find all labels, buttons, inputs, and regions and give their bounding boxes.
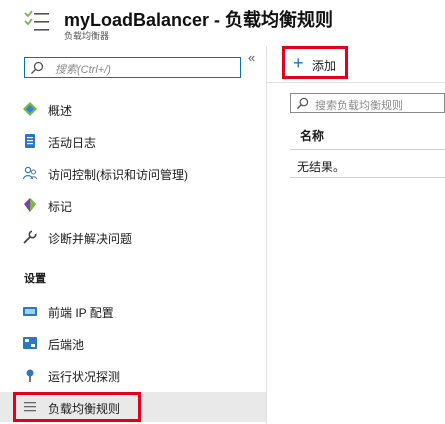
sidebar-item-label: 标记	[48, 200, 73, 214]
sidebar-item-diagnose[interactable]: 诊断并解决问题	[0, 222, 266, 252]
search-icon	[296, 97, 309, 110]
access-control-icon	[23, 166, 37, 180]
tag-icon	[24, 198, 36, 212]
plus-icon: +	[293, 53, 304, 73]
settings-section-header: 设置	[24, 273, 46, 285]
sidebar-item-overview[interactable]: 概述	[0, 94, 266, 124]
sidebar-item-backend-pool[interactable]: 后端池	[0, 328, 266, 358]
sidebar-item-frontend-ip[interactable]: 前端 IP 配置	[0, 296, 266, 326]
wrench-icon	[23, 230, 37, 244]
frontend-ip-icon	[23, 307, 37, 316]
sidebar-item-access-control[interactable]: 访问控制(标识和访问管理)	[0, 158, 266, 188]
row-divider	[290, 177, 445, 178]
sidebar-item-label: 运行状况探测	[48, 370, 121, 384]
overview-icon	[23, 102, 37, 116]
rules-search-input[interactable]: 搜索负载均衡规则	[290, 93, 445, 113]
sidebar-item-label: 前端 IP 配置	[48, 306, 114, 320]
add-button[interactable]: + 添加	[282, 46, 348, 79]
search-placeholder: 搜索(Ctrl+/)	[55, 64, 111, 76]
load-balancer-icon	[24, 10, 49, 31]
sidebar-item-label: 概述	[48, 104, 73, 118]
add-button-label: 添加	[312, 59, 337, 73]
sidebar-item-health-probe[interactable]: 运行状况探测	[0, 360, 266, 390]
sidebar-item-activity-log[interactable]: 活动日志	[0, 126, 266, 156]
sidebar-item-label: 访问控制(标识和访问管理)	[48, 168, 188, 182]
empty-state-text: 无结果。	[297, 160, 346, 174]
menu-search-input[interactable]: 搜索(Ctrl+/)	[24, 57, 241, 78]
header-divider	[290, 149, 445, 150]
sidebar-item-label: 活动日志	[48, 136, 97, 150]
rules-pane: + 添加 搜索负载均衡规则 名称 无结果。	[267, 46, 445, 424]
resource-menu: « 搜索(Ctrl+/) 概述 活动日志 访问控制(标识和访问管理) 标记 诊断…	[0, 46, 266, 424]
page-subtitle: 负载均衡器	[64, 31, 110, 41]
toolbar-divider	[267, 82, 445, 83]
column-header-name[interactable]: 名称	[300, 127, 324, 144]
health-probe-icon	[26, 369, 34, 382]
collapse-menu-button[interactable]: «	[248, 50, 255, 65]
activity-log-icon	[25, 134, 35, 148]
page-header: myLoadBalancer - 负载均衡规则 负载均衡器	[0, 0, 445, 46]
sidebar-item-label: 后端池	[48, 338, 85, 352]
backend-pool-icon	[23, 337, 37, 349]
highlight-annotation	[13, 392, 141, 422]
sidebar-item-tags[interactable]: 标记	[0, 190, 266, 220]
sidebar-item-label: 诊断并解决问题	[48, 232, 133, 246]
filter-placeholder: 搜索负载均衡规则	[315, 100, 403, 112]
search-icon	[31, 61, 44, 74]
